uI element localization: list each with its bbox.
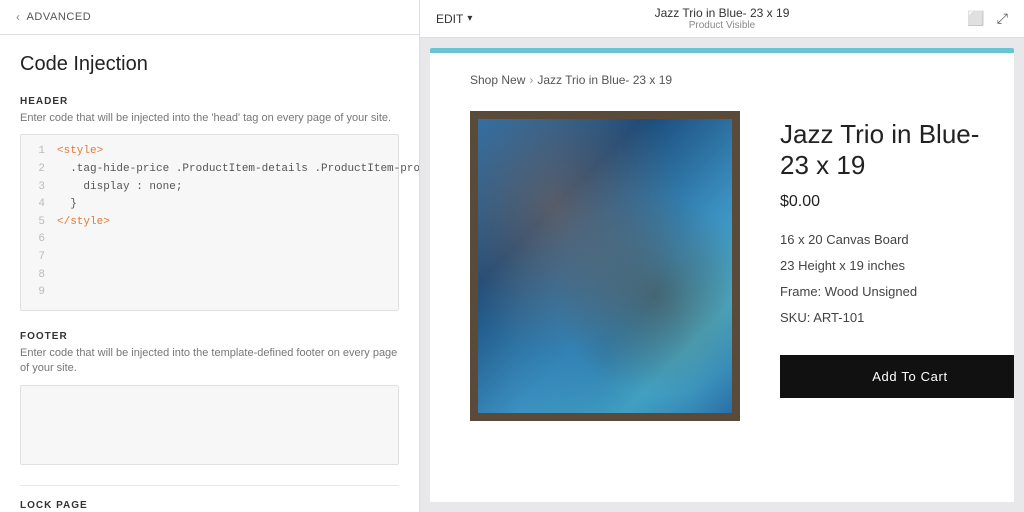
- product-title: Jazz Trio in Blue-23 x 19: [780, 119, 1014, 181]
- header-code-editor[interactable]: 1 2 3 4 5 6 7 8 9 <style> .tag-hide-pric…: [20, 134, 399, 310]
- breadcrumb: Shop New › Jazz Trio in Blue- 23 x 19: [470, 73, 974, 87]
- left-panel: ‹ ADVANCED Code Injection HEADER Enter c…: [0, 0, 420, 512]
- chevron-left-icon: ‹: [16, 10, 21, 24]
- section-divider: [20, 485, 399, 486]
- product-details: 16 x 20 Canvas Board 23 Height x 19 inch…: [780, 227, 1014, 331]
- right-panel: EDIT ▾ Jazz Trio in Blue- 23 x 19 Produc…: [420, 0, 1024, 512]
- add-to-cart-button[interactable]: Add To Cart: [780, 355, 1014, 398]
- expand-icon[interactable]: ⤢: [997, 10, 1008, 27]
- topbar-icons: ⬜ ⤢: [967, 10, 1008, 27]
- painting-overlay: [478, 119, 732, 413]
- product-info: Jazz Trio in Blue-23 x 19 $0.00 16 x 20 …: [780, 111, 1014, 398]
- topbar-title: Jazz Trio in Blue- 23 x 19 Product Visib…: [655, 6, 790, 31]
- lock-page-section-label: LOCK PAGE: [20, 500, 399, 511]
- back-nav[interactable]: ‹ ADVANCED: [0, 0, 419, 35]
- product-section: Jazz Trio in Blue-23 x 19 $0.00 16 x 20 …: [470, 111, 974, 421]
- preview-content: Shop New › Jazz Trio in Blue- 23 x 19 Ja…: [430, 48, 1014, 502]
- product-detail-1: 16 x 20 Canvas Board: [780, 227, 1014, 253]
- breadcrumb-product: Jazz Trio in Blue- 23 x 19: [537, 73, 672, 87]
- product-detail-4: SKU: ART-101: [780, 305, 1014, 331]
- footer-section-desc: Enter code that will be injected into th…: [20, 346, 399, 377]
- edit-label: EDIT: [436, 12, 463, 26]
- code-content: <style> .tag-hide-price .ProductItem-det…: [57, 143, 419, 301]
- topbar-product-title: Jazz Trio in Blue- 23 x 19: [655, 6, 790, 20]
- breadcrumb-shop: Shop New: [470, 73, 525, 87]
- edit-button[interactable]: EDIT ▾: [436, 12, 472, 26]
- page-title: Code Injection: [20, 53, 399, 76]
- line-numbers: 1 2 3 4 5 6 7 8 9: [31, 143, 45, 301]
- product-image: [470, 111, 740, 421]
- preview-topbar: EDIT ▾ Jazz Trio in Blue- 23 x 19 Produc…: [420, 0, 1024, 38]
- product-detail-2: 23 Height x 19 inches: [780, 253, 1014, 279]
- product-price: $0.00: [780, 193, 1014, 211]
- header-section-desc: Enter code that will be injected into th…: [20, 111, 399, 126]
- store-preview: Shop New › Jazz Trio in Blue- 23 x 19 Ja…: [430, 53, 1014, 441]
- breadcrumb-sep: ›: [529, 73, 533, 87]
- topbar-product-status: Product Visible: [655, 20, 790, 31]
- footer-section-label: FOOTER: [20, 331, 399, 342]
- product-detail-3: Frame: Wood Unsigned: [780, 279, 1014, 305]
- mobile-view-icon[interactable]: ⬜: [967, 10, 984, 27]
- footer-code-editor[interactable]: [20, 385, 399, 465]
- left-panel-content: Code Injection HEADER Enter code that wi…: [0, 35, 419, 512]
- back-label: ADVANCED: [27, 11, 92, 23]
- edit-caret-icon: ▾: [467, 13, 472, 24]
- header-section-label: HEADER: [20, 96, 399, 107]
